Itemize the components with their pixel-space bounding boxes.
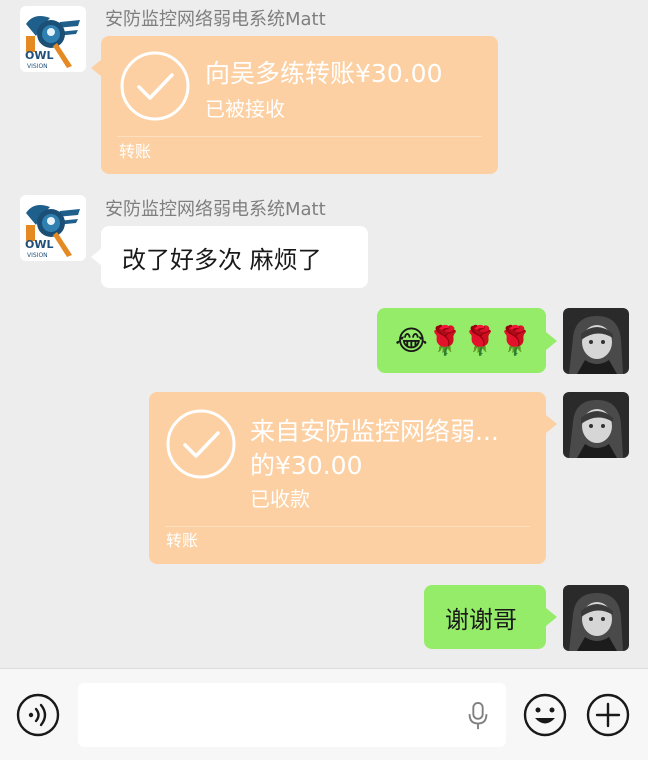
transfer-amount: 的¥30.00: [250, 451, 363, 480]
sender-name: 安防监控网络弱电系统Matt: [105, 9, 326, 30]
message-text: 改了好多次 麻烦了: [122, 245, 322, 274]
transfer-footer-label: 转账: [166, 531, 199, 550]
emoji-icon[interactable]: [523, 693, 567, 737]
svg-text:OWL: OWL: [25, 238, 54, 251]
bubble-tail: [546, 415, 557, 433]
bubble-tail: [546, 608, 557, 626]
transfer-status: 已被接收: [205, 97, 285, 121]
svg-text:VISION: VISION: [27, 63, 48, 70]
message-bubble[interactable]: 😂🌹🌹🌹: [377, 308, 546, 373]
emoji-message: 😂🌹🌹🌹: [395, 324, 533, 357]
plus-icon[interactable]: [586, 693, 630, 737]
owl-vision-avatar[interactable]: OWL VISION: [20, 6, 86, 72]
user-avatar[interactable]: [563, 585, 629, 651]
message-bubble[interactable]: 谢谢哥: [424, 585, 546, 649]
user-avatar[interactable]: [563, 308, 629, 374]
transfer-footer-label: 转账: [119, 142, 152, 161]
transfer-title: 来自安防监控网络弱...: [250, 417, 499, 446]
svg-text:VISION: VISION: [27, 252, 48, 259]
microphone-icon[interactable]: [466, 701, 490, 731]
transfer-bubble[interactable]: 来自安防监控网络弱... 的¥30.00 已收款 转账: [149, 392, 546, 564]
svg-text:OWL: OWL: [25, 49, 54, 62]
check-circle-icon: [166, 409, 236, 479]
bubble-tail: [546, 332, 557, 350]
message-text: 谢谢哥: [445, 605, 517, 634]
divider: [165, 526, 530, 527]
user-avatar[interactable]: [563, 392, 629, 458]
owl-vision-avatar[interactable]: OWL VISION: [20, 195, 86, 261]
voice-icon[interactable]: [16, 693, 60, 737]
transfer-bubble[interactable]: 向吴多练转账¥30.00 已被接收 转账: [101, 36, 498, 174]
divider: [117, 136, 482, 137]
chat-input-bar: [0, 668, 648, 760]
check-circle-icon: [120, 51, 190, 121]
transfer-status: 已收款: [250, 487, 310, 511]
sender-name: 安防监控网络弱电系统Matt: [105, 199, 326, 220]
transfer-title: 向吴多练转账¥30.00: [205, 59, 443, 88]
message-input[interactable]: [78, 683, 506, 747]
message-bubble[interactable]: 改了好多次 麻烦了: [101, 226, 368, 288]
